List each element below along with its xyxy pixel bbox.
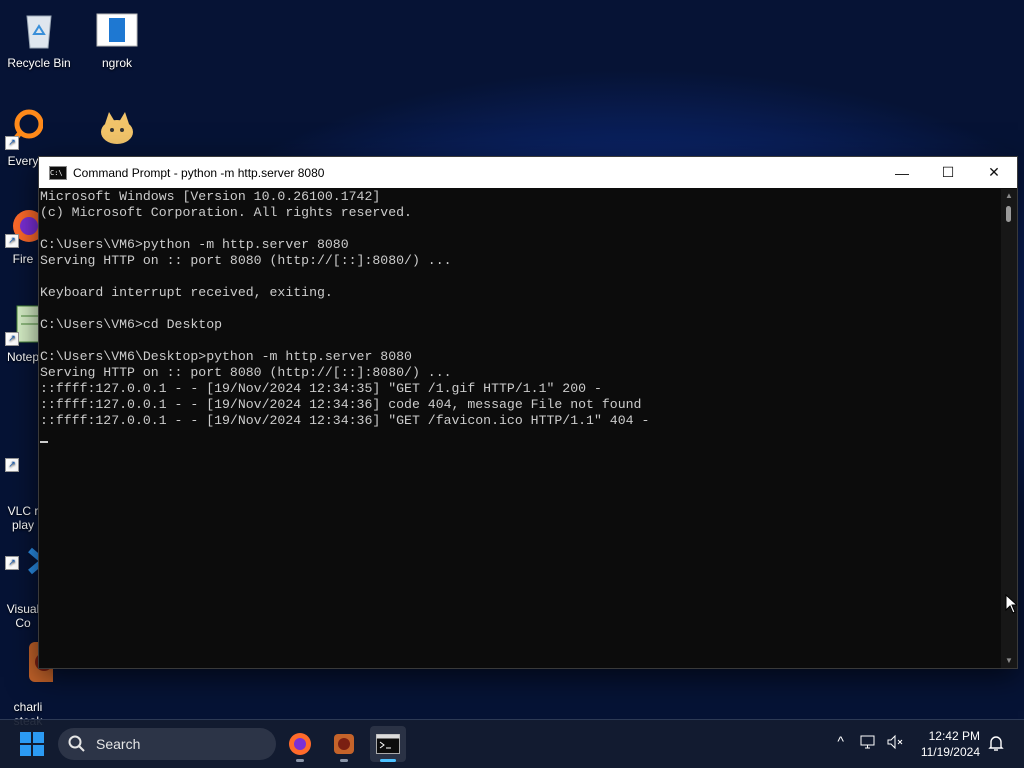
running-indicator bbox=[296, 759, 304, 762]
shortcut-arrow-icon: ↗ bbox=[5, 556, 19, 570]
shortcut-arrow-icon: ↗ bbox=[5, 136, 19, 150]
desktop-icon-everything[interactable]: ↗ Every bbox=[3, 106, 43, 168]
taskbar-app-firefox[interactable] bbox=[282, 726, 318, 762]
notepad-icon: ↗ bbox=[3, 302, 43, 346]
vscode-icon: ↗ bbox=[3, 526, 43, 575]
console-line: ::ffff:127.0.0.1 - - [19/Nov/2024 12:34:… bbox=[40, 381, 602, 396]
desktop-icon-recycle-bin[interactable]: Recycle Bin bbox=[3, 8, 75, 70]
command-prompt-icon: C:\ bbox=[49, 165, 67, 180]
shortcut-arrow-icon: ↗ bbox=[5, 458, 19, 472]
clock-time: 12:42 PM bbox=[928, 729, 980, 743]
windows-logo-icon bbox=[20, 732, 31, 743]
desktop: { "desktop": { "icons": [ {"label": "Rec… bbox=[0, 0, 1024, 768]
console-line: C:\Users\VM6>python -m http.server 8080 bbox=[40, 237, 349, 252]
maximize-button[interactable]: ☐ bbox=[925, 157, 971, 188]
taskbar-clock[interactable]: 12:42 PM 11/19/2024 bbox=[921, 728, 980, 760]
taskbar: Search ^ 12:42 PM 11/19/2024 bbox=[0, 719, 1024, 768]
window-titlebar[interactable]: C:\ Command Prompt - python -m http.serv… bbox=[39, 157, 1017, 188]
recycle-bin-icon bbox=[17, 8, 61, 52]
scroll-up-icon[interactable]: ▲ bbox=[1001, 189, 1017, 203]
minimize-button[interactable]: — bbox=[879, 157, 925, 188]
network-icon[interactable] bbox=[860, 734, 878, 753]
console-line: C:\Users\VM6\Desktop>python -m http.serv… bbox=[40, 349, 412, 364]
clock-date: 11/19/2024 bbox=[920, 745, 980, 759]
console-line: Microsoft Windows [Version 10.0.26100.17… bbox=[40, 189, 381, 204]
desktop-icon-label: ngrok bbox=[101, 56, 133, 70]
console-cursor-line bbox=[40, 429, 1001, 445]
desktop-icon-ngrok[interactable]: ngrok bbox=[81, 8, 153, 70]
scrollbar-thumb[interactable] bbox=[1006, 206, 1011, 222]
taskbar-app-command-prompt[interactable] bbox=[370, 726, 406, 762]
console-line: C:\Users\VM6>cd Desktop bbox=[40, 317, 223, 332]
show-hidden-icons-chevron-icon[interactable]: ^ bbox=[837, 733, 844, 749]
desktop-icon-label: Fire bbox=[12, 252, 34, 266]
console-line: ::ffff:127.0.0.1 - - [19/Nov/2024 12:34:… bbox=[40, 397, 642, 412]
window-title: Command Prompt - python -m http.server 8… bbox=[73, 165, 325, 180]
scroll-down-icon[interactable]: ▼ bbox=[1001, 654, 1017, 668]
console-output[interactable]: Microsoft Windows [Version 10.0.26100.17… bbox=[39, 189, 1001, 668]
taskbar-app-charlie-steak[interactable] bbox=[326, 726, 362, 762]
charlie-steak-icon bbox=[334, 734, 354, 754]
shortcut-arrow-icon: ↗ bbox=[5, 332, 19, 346]
ngrok-icon bbox=[95, 8, 139, 52]
command-prompt-window[interactable]: C:\ Command Prompt - python -m http.serv… bbox=[38, 156, 1018, 669]
desktop-icon-cat-app[interactable] bbox=[81, 106, 153, 154]
console-line: Serving HTTP on :: port 8080 (http://[::… bbox=[40, 253, 452, 268]
shortcut-arrow-icon: ↗ bbox=[5, 234, 19, 248]
running-indicator bbox=[340, 759, 348, 762]
volume-muted-icon[interactable] bbox=[886, 734, 904, 753]
cat-app-icon bbox=[95, 106, 139, 150]
start-button[interactable] bbox=[20, 732, 44, 756]
taskbar-search[interactable]: Search bbox=[58, 728, 276, 760]
text-cursor bbox=[40, 441, 48, 443]
firefox-icon bbox=[289, 733, 311, 755]
console-line: Keyboard interrupt received, exiting. bbox=[40, 285, 333, 300]
everything-search-icon: ↗ bbox=[3, 106, 43, 150]
vlc-icon: ↗ bbox=[3, 428, 43, 482]
search-label: Search bbox=[96, 736, 141, 752]
notification-bell-icon[interactable] bbox=[988, 734, 1004, 755]
console-line: ::ffff:127.0.0.1 - - [19/Nov/2024 12:34:… bbox=[40, 413, 650, 428]
desktop-icon-notepad[interactable]: ↗ Notep bbox=[3, 302, 43, 364]
console-line: Serving HTTP on :: port 8080 (http://[::… bbox=[40, 365, 452, 380]
command-prompt-icon bbox=[376, 734, 400, 754]
firefox-icon: ↗ bbox=[3, 204, 43, 248]
desktop-icon-label: Recycle Bin bbox=[7, 56, 71, 70]
mouse-cursor-icon bbox=[1005, 594, 1017, 614]
search-icon bbox=[68, 735, 86, 753]
desktop-icon-label: Notep bbox=[6, 350, 40, 364]
console-line: (c) Microsoft Corporation. All rights re… bbox=[40, 205, 412, 220]
desktop-icon-label: Every bbox=[7, 154, 39, 168]
close-button[interactable]: ✕ bbox=[971, 157, 1017, 188]
running-indicator bbox=[380, 759, 396, 762]
desktop-icon-firefox[interactable]: ↗ Fire bbox=[3, 204, 43, 266]
